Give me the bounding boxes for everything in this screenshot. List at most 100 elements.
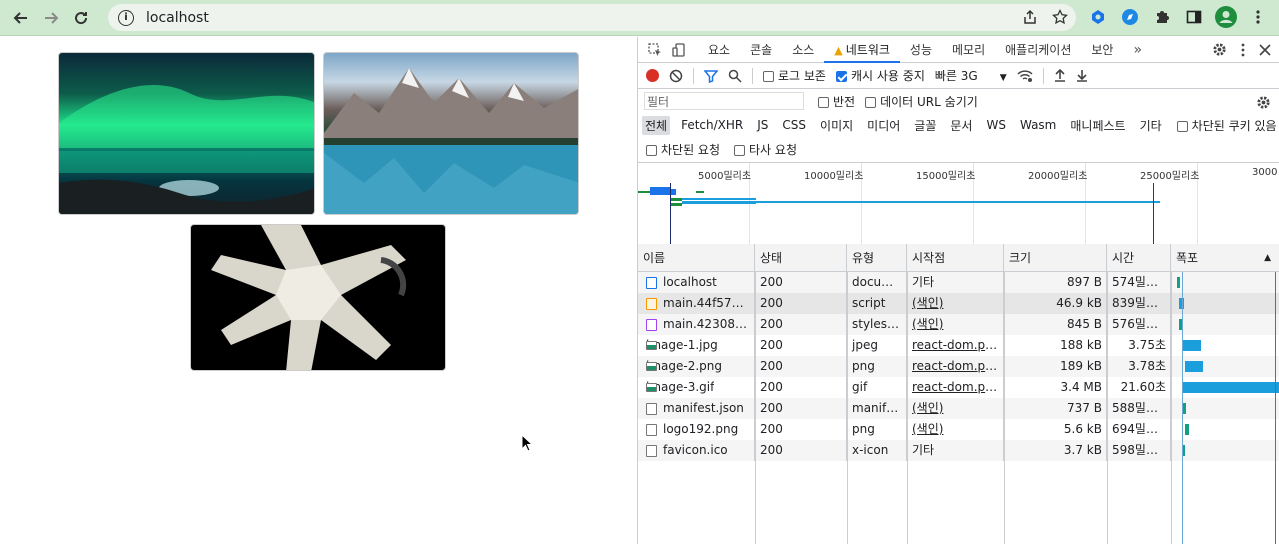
cell-initiator[interactable]: (색인)	[907, 314, 1004, 335]
cell-size: 189 kB	[1004, 356, 1107, 377]
blocked-cookies-checkbox[interactable]: 차단된 쿠키 있음	[1176, 117, 1277, 134]
tab-security[interactable]: 보안	[1081, 37, 1123, 63]
back-button[interactable]	[8, 5, 34, 31]
network-conditions-icon[interactable]	[1017, 69, 1033, 83]
initiator-link[interactable]: (색인)	[912, 422, 943, 436]
type-filter-wasm[interactable]: Wasm	[1017, 117, 1059, 133]
cell-name[interactable]: main.423087...	[638, 314, 755, 335]
extensions-puzzle-icon[interactable]	[1151, 6, 1173, 28]
checkbox[interactable]	[763, 71, 774, 82]
more-tabs-button[interactable]: »	[1123, 37, 1152, 63]
cell-initiator[interactable]: (색인)	[907, 419, 1004, 440]
initiator-link[interactable]: 기타	[912, 275, 934, 289]
checkbox[interactable]	[865, 96, 877, 108]
column-header-time[interactable]: 시간	[1107, 244, 1171, 272]
type-filter-media[interactable]: 미디어	[864, 116, 903, 135]
hide-data-urls-checkbox[interactable]: 데이터 URL 숨기기	[865, 93, 978, 110]
third-party-checkbox[interactable]: 타사 요청	[734, 141, 797, 158]
cell-name[interactable]: main.44f5722...	[638, 293, 755, 314]
throttle-select[interactable]: 빠른 3G ▼	[935, 67, 1007, 84]
download-icon[interactable]	[1076, 69, 1088, 82]
type-filter-ws[interactable]: WS	[983, 117, 1008, 133]
tab-network[interactable]: ▲ 네트워크	[824, 37, 900, 63]
type-filter-css[interactable]: CSS	[779, 117, 809, 133]
device-toolbar-icon[interactable]	[672, 42, 686, 57]
type-filter-doc[interactable]: 문서	[947, 116, 975, 135]
tab-console[interactable]: 콘솔	[740, 37, 782, 63]
column-header-name[interactable]: 이름	[638, 244, 755, 272]
network-overview-timeline[interactable]: 5000밀리초 10000밀리초 15000밀리초 20000밀리초 25000…	[638, 163, 1279, 245]
inspect-element-icon[interactable]	[648, 42, 662, 57]
initiator-link[interactable]: (색인)	[912, 317, 943, 331]
type-filter-img[interactable]: 이미지	[817, 116, 856, 135]
cell-name[interactable]: image-2.png	[638, 356, 755, 377]
column-header-type[interactable]: 유형	[847, 244, 907, 272]
search-icon[interactable]	[728, 69, 742, 83]
cell-initiator[interactable]: react-dom.pr...	[907, 335, 1004, 356]
checkbox[interactable]	[734, 145, 746, 156]
initiator-link[interactable]: react-dom.pr...	[912, 359, 1000, 373]
column-header-status[interactable]: 상태	[755, 244, 847, 272]
initiator-link[interactable]: react-dom.pr...	[912, 338, 1000, 352]
close-devtools-icon[interactable]	[1259, 43, 1271, 56]
cell-initiator[interactable]: (색인)	[907, 398, 1004, 419]
initiator-link[interactable]: 기타	[912, 443, 934, 457]
type-filter-manifest[interactable]: 매니페스트	[1067, 116, 1128, 135]
cell-initiator[interactable]: react-dom.pr...	[907, 377, 1004, 398]
profile-avatar-icon[interactable]	[1215, 6, 1237, 28]
checkbox[interactable]	[818, 96, 829, 108]
star-icon[interactable]	[1052, 9, 1068, 25]
initiator-link[interactable]: (색인)	[912, 296, 943, 310]
cell-initiator[interactable]: (색인)	[907, 293, 1004, 314]
preserve-log-checkbox[interactable]: 로그 보존	[763, 67, 826, 84]
share-icon[interactable]	[1022, 9, 1038, 25]
column-header-waterfall[interactable]: 폭포 ▲	[1171, 244, 1279, 272]
initiator-link[interactable]: react-dom.pr...	[912, 380, 1000, 394]
cell-initiator[interactable]: 기타	[907, 440, 1004, 461]
type-filter-font[interactable]: 글꼴	[911, 116, 939, 135]
tick-label: 25000밀리초	[1140, 171, 1200, 182]
column-header-size[interactable]: 크기	[1004, 244, 1107, 272]
disable-cache-checkbox[interactable]: 캐시 사용 중지	[835, 67, 925, 84]
tab-sources[interactable]: 소스	[782, 37, 824, 63]
type-filter-all[interactable]: 전체	[642, 115, 671, 135]
type-filter-js[interactable]: JS	[754, 117, 771, 133]
devtools-menu-icon[interactable]	[1241, 43, 1245, 57]
menu-kebab-icon[interactable]	[1247, 6, 1269, 28]
tab-application[interactable]: 애플리케이션	[995, 37, 1081, 63]
address-bar[interactable]: i localhost	[108, 4, 1076, 31]
record-icon[interactable]	[646, 69, 659, 82]
filter-funnel-icon[interactable]	[704, 69, 718, 83]
forward-button[interactable]	[38, 5, 64, 31]
filter-input[interactable]: 필터	[644, 92, 804, 110]
checkbox[interactable]	[646, 145, 657, 156]
clear-icon[interactable]	[669, 69, 683, 83]
tab-performance[interactable]: 성능	[900, 37, 942, 63]
checkbox-checked[interactable]	[835, 71, 847, 82]
extension-compass-icon[interactable]	[1119, 6, 1141, 28]
upload-icon[interactable]	[1054, 69, 1066, 82]
cell-initiator[interactable]: react-dom.pr...	[907, 356, 1004, 377]
extension-react-icon[interactable]	[1087, 6, 1109, 28]
tab-memory[interactable]: 메모리	[942, 37, 995, 63]
invert-checkbox[interactable]: 반전	[818, 93, 855, 110]
cell-name[interactable]: manifest.json	[638, 398, 755, 419]
initiator-link[interactable]: (색인)	[912, 401, 943, 415]
checkbox[interactable]	[1176, 120, 1188, 132]
cell-initiator[interactable]: 기타	[907, 272, 1004, 293]
reload-button[interactable]	[68, 5, 94, 31]
column-header-initiator[interactable]: 시작점	[907, 244, 1004, 272]
cell-name[interactable]: image-1.jpg	[638, 335, 755, 356]
network-settings-gear-icon[interactable]	[1256, 95, 1271, 110]
cell-name[interactable]: localhost	[638, 272, 755, 293]
type-filter-other[interactable]: 기타	[1137, 116, 1165, 135]
type-filter-fetch-xhr[interactable]: Fetch/XHR	[678, 117, 746, 133]
cell-name[interactable]: image-3.gif	[638, 377, 755, 398]
blocked-requests-checkbox[interactable]: 차단된 요청	[646, 141, 720, 158]
side-panel-icon[interactable]	[1183, 6, 1205, 28]
cell-name[interactable]: logo192.png	[638, 419, 755, 440]
info-icon[interactable]: i	[118, 9, 134, 26]
settings-gear-icon[interactable]	[1212, 42, 1227, 57]
tab-elements[interactable]: 요소	[698, 37, 740, 63]
cell-name[interactable]: favicon.ico	[638, 440, 755, 461]
